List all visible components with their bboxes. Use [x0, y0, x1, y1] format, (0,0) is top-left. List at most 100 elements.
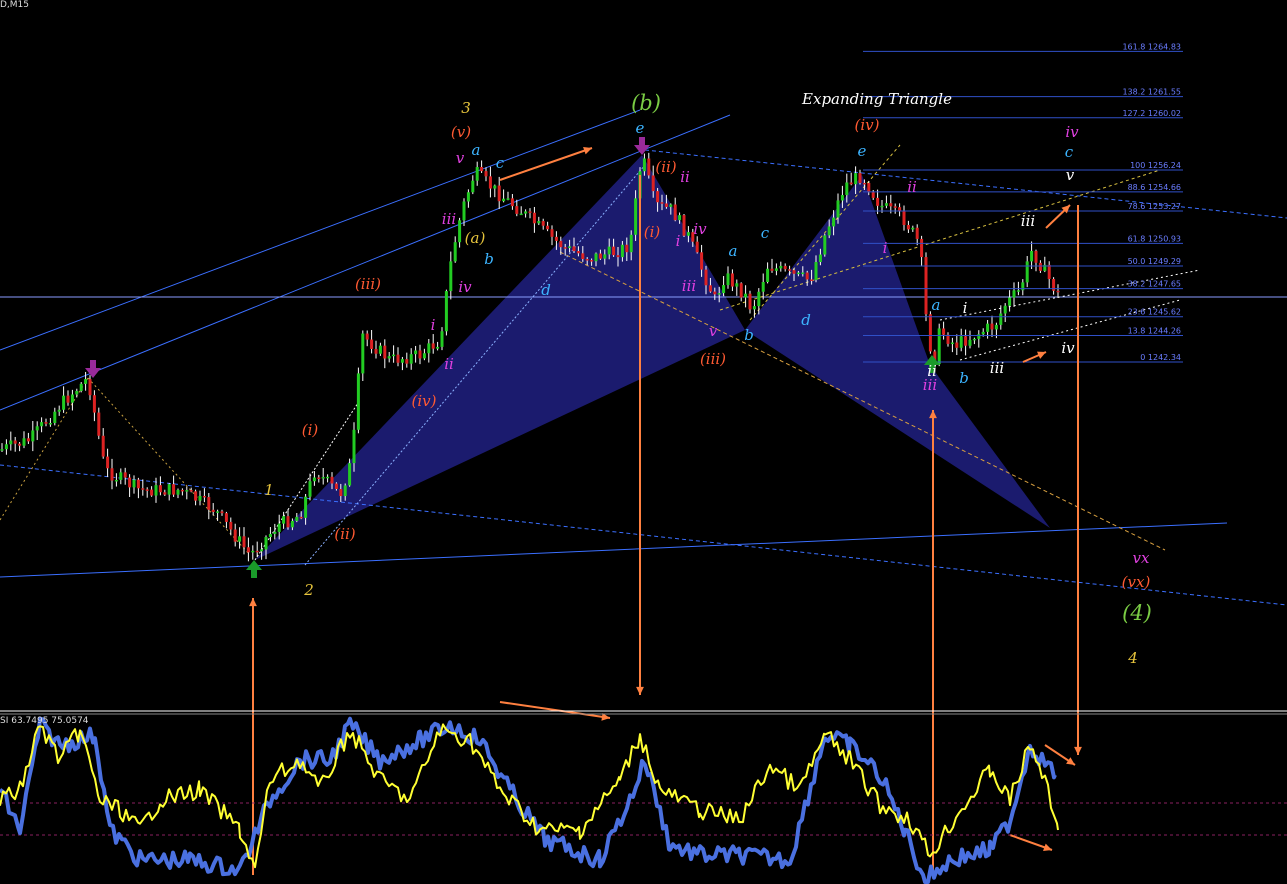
- candle-body: [955, 342, 959, 348]
- candle-body: [801, 272, 805, 275]
- arrow-head: [583, 146, 592, 155]
- stoch-signal-line: [0, 716, 1057, 884]
- candle-body: [119, 472, 123, 480]
- wave-label: iv: [458, 278, 472, 296]
- candle-body: [484, 171, 488, 177]
- wave-label: (b): [631, 91, 661, 115]
- candle-body: [273, 531, 277, 534]
- candle-body: [370, 339, 374, 349]
- candle-body: [383, 345, 387, 359]
- candle-body: [440, 331, 444, 347]
- candle-body: [409, 354, 413, 364]
- candle-body: [211, 509, 215, 513]
- candle-body: [700, 252, 704, 270]
- candle-body: [928, 314, 932, 352]
- candle-body: [805, 272, 809, 280]
- candle-body: [620, 244, 624, 258]
- candle-body: [70, 394, 74, 403]
- candle-body: [299, 516, 303, 519]
- candle-body: [136, 479, 140, 489]
- wave-label: (4): [1122, 601, 1152, 625]
- candle-body: [13, 440, 17, 444]
- candle-body: [40, 422, 44, 427]
- wave-label: vx: [1133, 549, 1150, 567]
- candle-body: [422, 353, 426, 359]
- arrow-head: [1074, 746, 1082, 755]
- candle-body: [590, 260, 594, 262]
- candle-body: [752, 306, 756, 310]
- candle-body: [761, 282, 765, 292]
- candle-body: [695, 241, 699, 253]
- candle-body: [286, 516, 290, 528]
- candle-body: [18, 443, 22, 446]
- candle-body: [708, 285, 712, 292]
- candle-body: [57, 409, 61, 412]
- candle-body: [444, 291, 448, 332]
- candle-body: [585, 259, 589, 261]
- candle-body: [911, 227, 915, 230]
- candle-body: [453, 242, 457, 262]
- candle-body: [339, 489, 343, 497]
- candle-body: [576, 251, 580, 254]
- candle-body: [656, 191, 660, 203]
- candle-body: [678, 215, 682, 221]
- candle-body: [704, 269, 708, 286]
- wave-label: v: [456, 149, 465, 167]
- candle-body: [22, 438, 26, 446]
- candle-body: [185, 490, 189, 492]
- wave-label: a: [729, 242, 738, 260]
- candle-body: [796, 272, 800, 275]
- fib-level-label: 0 1242.34: [1140, 353, 1181, 362]
- candle-body: [48, 422, 52, 425]
- candle-body: [44, 422, 48, 424]
- candle-body: [862, 182, 866, 185]
- candle-body: [502, 198, 506, 202]
- indicator-layer: [0, 710, 1287, 884]
- candle-body: [871, 192, 875, 198]
- candle-body: [106, 456, 110, 469]
- wave-label: (v): [451, 123, 471, 141]
- candle-body: [497, 185, 501, 202]
- candle-body: [88, 379, 92, 396]
- candle-body: [480, 167, 484, 172]
- candle-body: [730, 273, 734, 287]
- arrow-line: [499, 147, 593, 181]
- wave-label: (iv): [412, 392, 437, 410]
- candle-body: [880, 205, 884, 208]
- candle-body: [202, 495, 206, 498]
- candle-body: [634, 198, 638, 235]
- candle-body: [251, 550, 255, 553]
- trend-line-dashed: [0, 464, 1287, 606]
- annotation-title: Expanding Triangle: [801, 90, 952, 108]
- fib-level-label: 13.8 1244.26: [1128, 326, 1181, 335]
- candle-body: [128, 477, 132, 488]
- candle-body: [374, 348, 378, 354]
- wave-label: e: [858, 142, 867, 160]
- wave-label: iv: [693, 220, 707, 238]
- candle-body: [1056, 290, 1060, 293]
- candle-body: [686, 232, 690, 236]
- wave-label: iii: [442, 210, 457, 228]
- candle-body: [1008, 297, 1012, 306]
- candle-body: [554, 236, 558, 241]
- candle-body: [774, 268, 778, 271]
- candle-body: [849, 182, 853, 185]
- candle-body: [414, 350, 418, 355]
- candle-body: [458, 220, 462, 243]
- candle-body: [418, 350, 422, 359]
- fractal-up-arrow-icon: [246, 560, 262, 578]
- candle-body: [757, 291, 761, 307]
- candle-body: [224, 513, 228, 522]
- candle-body: [488, 176, 492, 189]
- wave-label: i: [676, 232, 681, 250]
- wave-label: ii: [444, 355, 454, 373]
- arrow-line: [499, 701, 611, 719]
- candle-body: [348, 463, 352, 486]
- candle-body: [977, 334, 981, 339]
- price-chart[interactable]: 161.8 1264.83 138.2 1261.55 127.2 1260.02 1…: [0, 0, 1287, 884]
- candle-body: [937, 328, 941, 365]
- candle-body: [735, 283, 739, 287]
- wave-label: i: [883, 239, 888, 257]
- candle-body: [1038, 262, 1042, 271]
- candle-body: [603, 254, 607, 259]
